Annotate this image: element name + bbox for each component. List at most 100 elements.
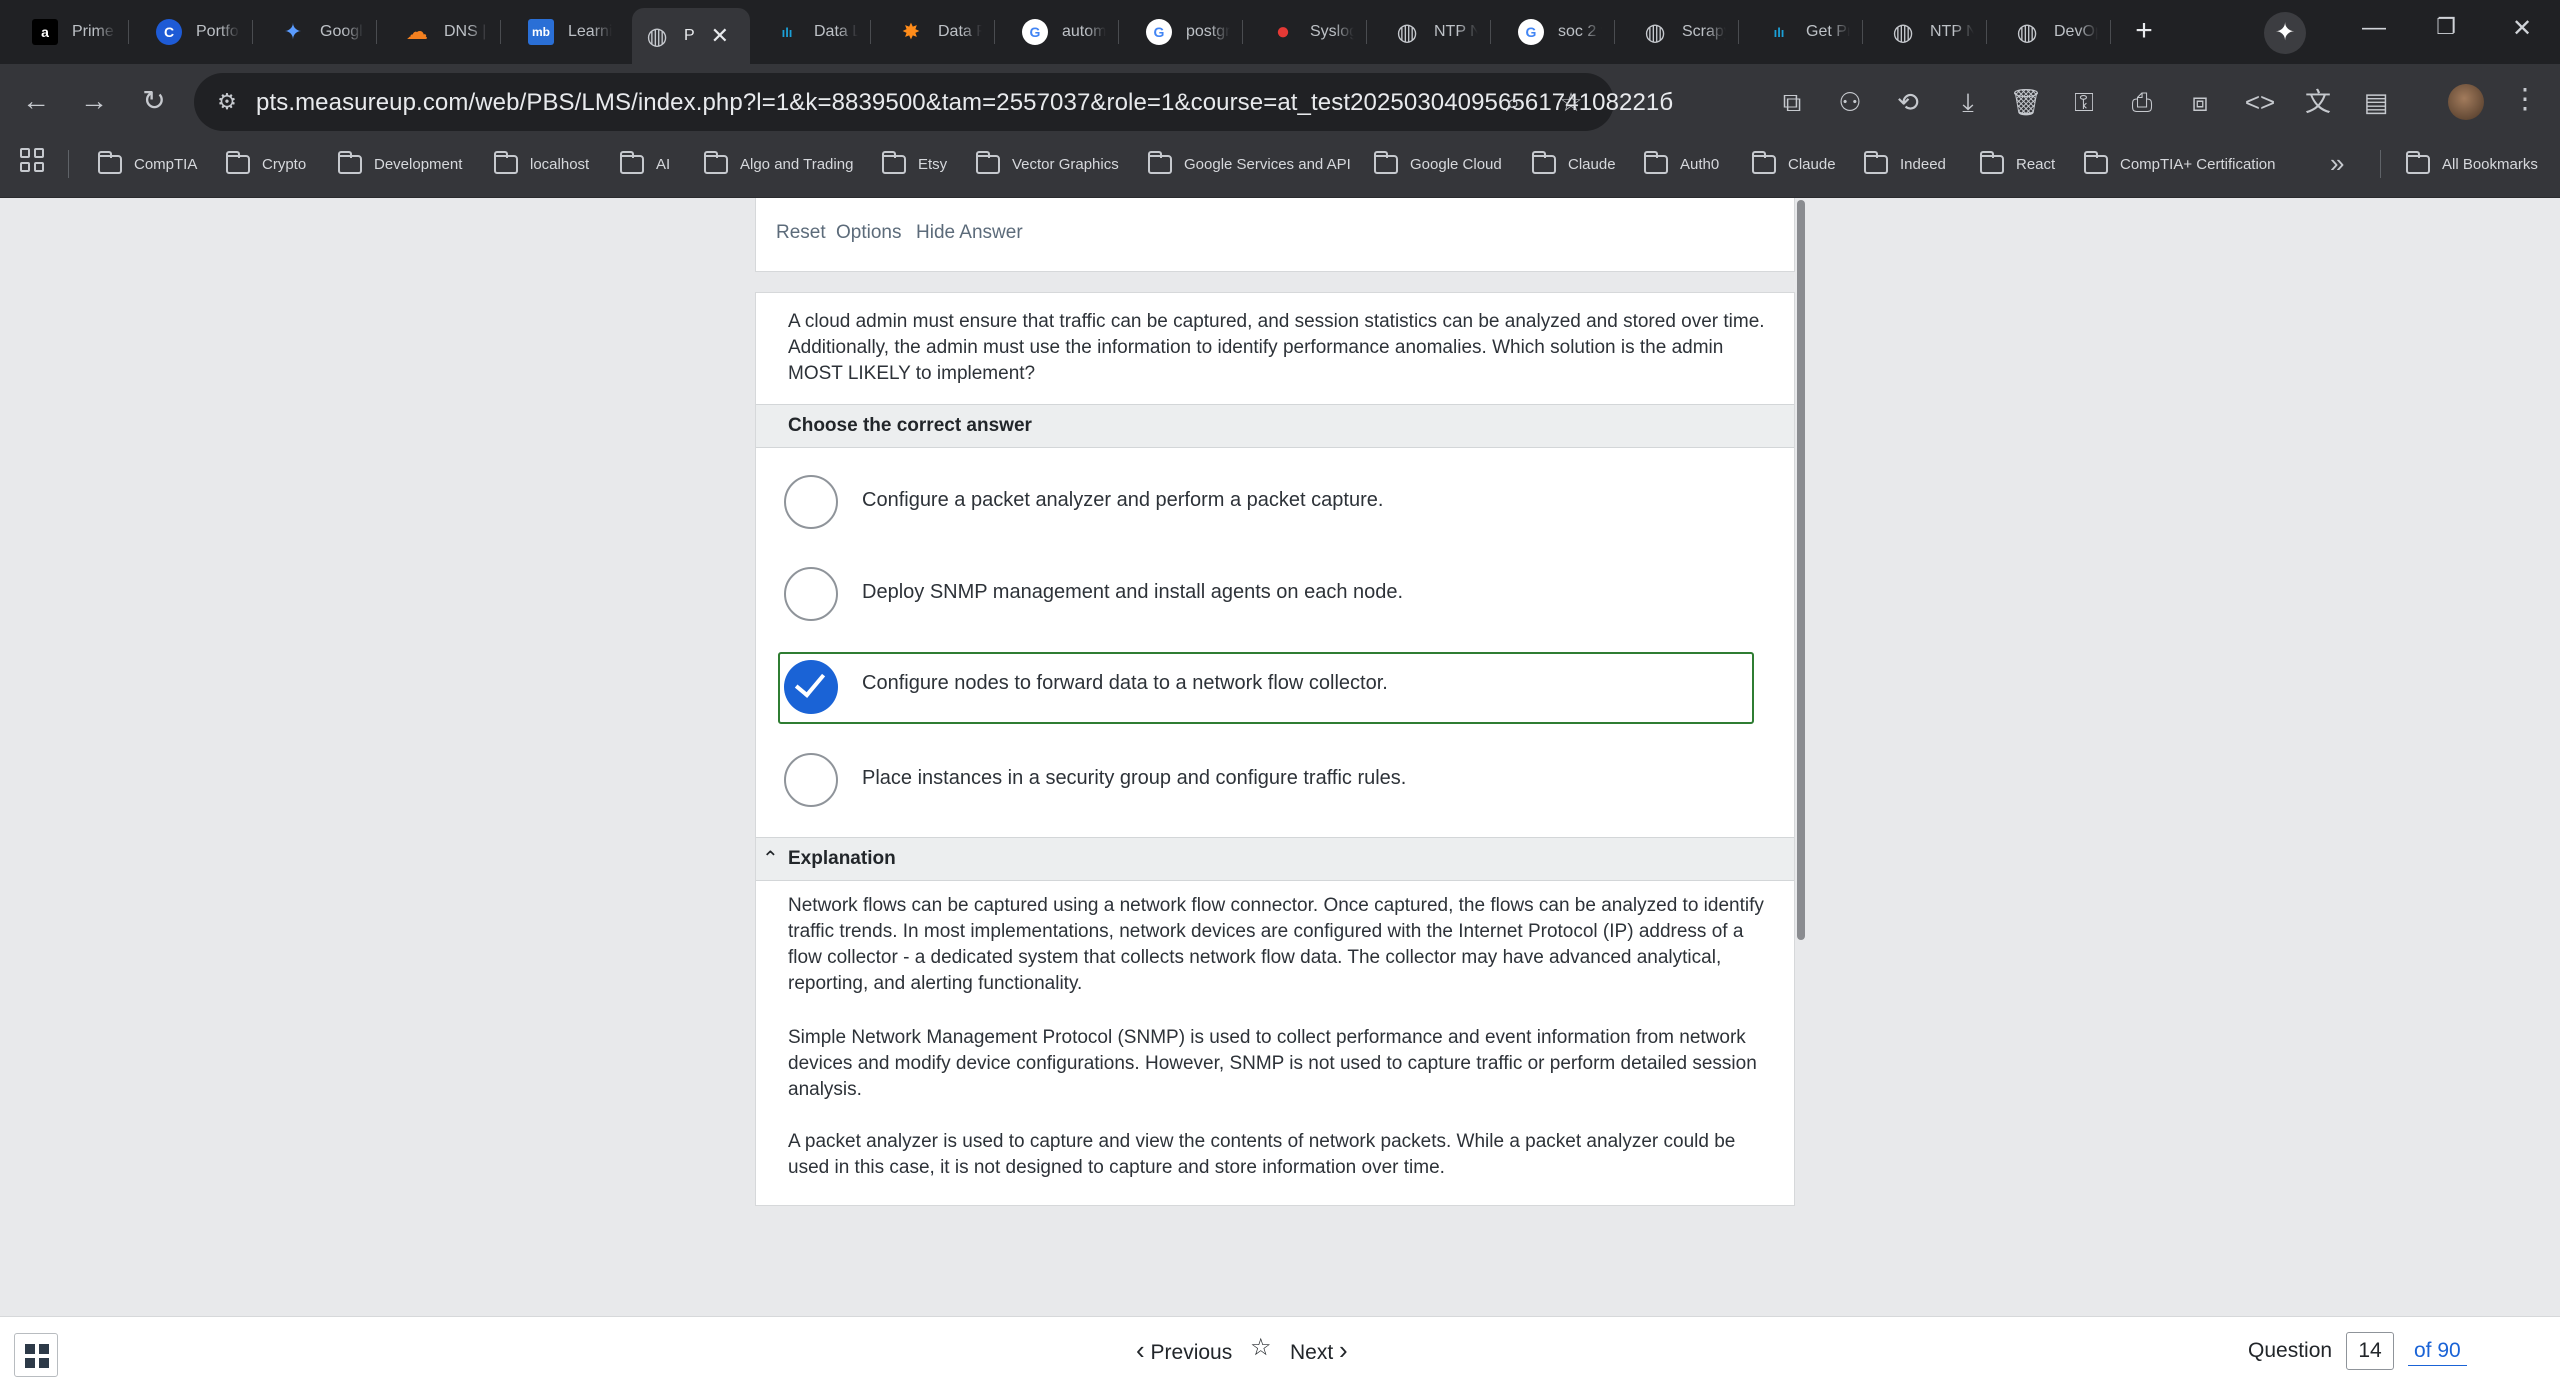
tab-label: Data Lo [814,23,858,40]
bookmark-etsy[interactable]: Etsy [882,150,947,176]
lens-search-icon[interactable]: ⧉ [1774,84,1810,120]
answer-option-text: Configure a packet analyzer and perform … [862,489,1384,511]
zoom-icon[interactable]: ⌕ [1496,85,1530,119]
globe-icon: ◍ [1644,18,1666,46]
bookmark-auth0[interactable]: Auth0 [1644,150,1719,176]
tab-syslog[interactable]: ● Syslog [1258,10,1367,54]
all-bookmarks[interactable]: All Bookmarks [2406,150,2538,176]
answer-option-3-selected[interactable]: Configure nodes to forward data to a net… [778,652,1754,724]
tab-label: Prime V [72,23,116,40]
bookmark-development[interactable]: Development [338,150,462,176]
previous-button[interactable]: ‹ Previous [1136,1335,1232,1366]
minimize-icon[interactable]: — [2354,14,2394,42]
download-icon[interactable]: ⤓ [1950,84,1986,120]
tab-active-practice[interactable]: ◍ P ✕ [632,8,750,64]
tab-prime-video[interactable]: a Prime V [20,10,129,54]
reset-link[interactable]: Reset [776,222,826,244]
code-icon[interactable]: <> [2242,84,2278,120]
delete-icon[interactable]: 🗑 [2008,84,2044,120]
tab-google-postgres[interactable]: G postgr [1134,10,1243,54]
tab-devops[interactable]: ◍ DevOp [2002,10,2111,54]
chevron-up-icon[interactable]: ⌃ [762,846,779,871]
forward-arrow-icon[interactable]: → [74,82,114,122]
close-tab-icon[interactable]: ✕ [711,23,729,49]
cloudflare-icon: ☁ [406,19,428,44]
tab-get-pro[interactable]: ılı Get Pro [1754,10,1863,54]
bookmark-google-services[interactable]: Google Services and API [1148,150,1351,176]
measureup-icon: mb [528,19,554,45]
bookmark-star-icon[interactable]: ☆ [1554,85,1588,119]
bookmark-crypto[interactable]: Crypto [226,150,306,176]
reload-icon[interactable]: ↻ [134,82,174,122]
new-tab-plus-icon[interactable]: + [2126,14,2162,50]
tab-portfolio[interactable]: C Portfoli [144,10,253,54]
folder-icon [1148,150,1172,174]
bookmark-comptia[interactable]: CompTIA [98,150,197,176]
address-bar[interactable]: ⚙ pts.measureup.com/web/PBS/LMS/index.ph… [194,73,1673,131]
url-text[interactable]: pts.measureup.com/web/PBS/LMS/index.php?… [256,89,1673,117]
close-window-icon[interactable]: ✕ [2502,14,2542,43]
bookmark-react[interactable]: React [1980,150,2055,176]
tab-ntp-1[interactable]: ◍ NTP Ne [1382,10,1491,54]
tab-data-re[interactable]: ✸ Data Re [886,10,995,54]
tab-ntp-2[interactable]: ◍ NTP Ne [1878,10,1987,54]
restore-window-icon[interactable]: ❐ [2426,14,2466,40]
radio-button[interactable] [784,753,838,807]
scrollbar-thumb[interactable] [1797,200,1805,940]
more-bookmarks-chevron-icon[interactable]: » [2330,148,2344,179]
bookmark-localhost[interactable]: localhost [494,150,589,176]
answer-option-1[interactable]: Configure a packet analyzer and perform … [778,467,1754,539]
bookmark-claude-2[interactable]: Claude [1752,150,1836,176]
current-question-number[interactable]: 14 [2346,1332,2394,1370]
translate-icon[interactable]: 文 [2300,84,2336,120]
print-icon[interactable]: ⎙ [2124,84,2160,120]
site-settings-icon[interactable]: ⚙ [212,87,242,117]
tab-label: DNS | F [444,23,488,40]
incognito-icon[interactable]: ⚇ [1832,84,1868,120]
cast-icon[interactable]: ⧈ [2182,84,2218,120]
back-arrow-icon[interactable]: ← [16,82,56,122]
flag-star-icon[interactable]: ☆ [1250,1333,1272,1362]
tab-learning[interactable]: mb Learnin [516,10,624,54]
tab-scrapy[interactable]: ◍ Scrapy [1630,10,1739,54]
radio-button[interactable] [784,475,838,529]
password-key-icon[interactable]: ⚿ [2066,84,2102,120]
bookmark-claude-1[interactable]: Claude [1532,150,1616,176]
side-panel-icon[interactable]: ▤ [2358,84,2394,120]
globe-icon: ◍ [2016,18,2038,46]
more-menu-icon[interactable]: ⋮ [2510,82,2540,115]
gemini-sparkle-icon[interactable]: ✦ [2264,12,2306,54]
tab-google-gemini[interactable]: ✦ Google [268,10,377,54]
radio-button[interactable] [784,567,838,621]
profile-avatar[interactable] [2448,84,2484,120]
tab-dns[interactable]: ☁ DNS | F [392,10,501,54]
options-link[interactable]: Options [836,222,901,244]
bookmark-algo-trading[interactable]: Algo and Trading [704,150,853,176]
tab-google-autom[interactable]: G autom [1010,10,1119,54]
folder-icon [620,150,644,174]
hide-answer-link[interactable]: Hide Answer [916,222,1023,244]
next-button[interactable]: Next › [1290,1335,1348,1366]
answer-option-4[interactable]: Place instances in a security group and … [778,745,1754,817]
bookmark-ai[interactable]: AI [620,150,670,176]
tab-data-loss[interactable]: ılı Data Lo [762,10,871,54]
tab-google-soc2[interactable]: G soc 2 v [1506,10,1615,54]
folder-icon [882,150,906,174]
answer-option-2[interactable]: Deploy SNMP management and install agent… [778,559,1754,631]
chevron-right-icon: › [1339,1335,1348,1365]
globe-icon: ◍ [1892,18,1914,46]
bookmark-comptia-cert[interactable]: CompTIA+ Certification [2084,150,2275,176]
answer-option-text: Place instances in a security group and … [862,767,1407,789]
history-icon[interactable]: ⟲ [1890,84,1926,120]
question-grid-button[interactable] [14,1333,58,1377]
total-questions-link[interactable]: of 90 [2408,1339,2467,1366]
explanation-header[interactable]: ⌃ Explanation [756,837,1794,881]
syslog-icon: ● [1275,18,1291,45]
explanation-paragraph-2: Simple Network Management Protocol (SNMP… [788,1027,1757,1100]
radio-button-checked[interactable] [784,660,838,714]
tab-label: soc 2 v [1558,23,1602,40]
bookmark-google-cloud[interactable]: Google Cloud [1374,150,1502,176]
apps-grid-icon[interactable] [20,148,46,174]
bookmark-vector-graphics[interactable]: Vector Graphics [976,150,1119,176]
bookmark-indeed[interactable]: Indeed [1864,150,1946,176]
